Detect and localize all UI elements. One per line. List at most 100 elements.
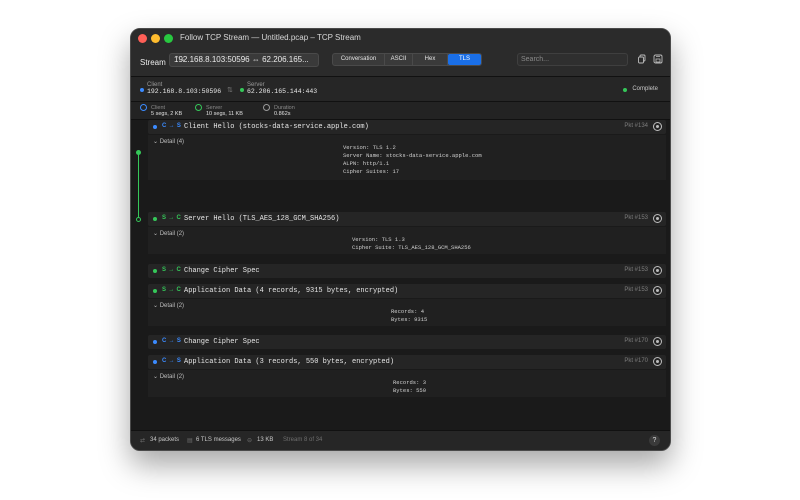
detail-toggle-label: Detail (2) bbox=[159, 303, 185, 309]
locate-packet-icon[interactable] bbox=[653, 214, 662, 223]
server-stat-value: 10 segs, 11 KB bbox=[206, 111, 243, 117]
packet-count: 34 packets bbox=[150, 437, 180, 443]
chevron-updown-icon: ⌃⌄ bbox=[174, 56, 186, 63]
message-label: Server Hello (TLS_AES_128_GCM_SHA256) bbox=[184, 215, 340, 223]
size-icon: ⊖ bbox=[247, 438, 253, 444]
detail-toggle-label: Detail (4) bbox=[159, 139, 185, 145]
tls-message-count: 6 TLS messages bbox=[196, 437, 241, 443]
copy-icon[interactable] bbox=[636, 54, 647, 65]
status-label: Complete bbox=[632, 86, 658, 92]
detail-section: ⌄ Detail (4) Version: TLS 1.2 Server Nam… bbox=[148, 135, 666, 181]
duration-stat: Duration 0.862s bbox=[274, 105, 295, 117]
search-input[interactable]: Search... bbox=[517, 53, 628, 66]
detail-toggle[interactable]: ⌄ Detail (2) bbox=[153, 373, 184, 380]
direction-dot-icon bbox=[153, 269, 157, 273]
message-label: Application Data (4 records, 9315 bytes,… bbox=[184, 287, 399, 295]
locate-packet-icon[interactable] bbox=[653, 122, 662, 131]
stream-index: Stream 8 of 34 bbox=[283, 437, 323, 443]
detail-toggle-label: Detail (2) bbox=[159, 231, 185, 237]
help-button[interactable]: ? bbox=[649, 435, 660, 446]
stream-select[interactable]: 192.168.8.103:50596 ⇔ 62.206.165... ⌃⌄ bbox=[169, 53, 319, 67]
packets-icon: ⇄ bbox=[140, 438, 146, 444]
client-stat: Client 5 segs, 2 KB bbox=[151, 105, 182, 117]
server-endpoint: Server 62.206.165.144:443 bbox=[247, 82, 317, 95]
title-bar: Follow TCP Stream — Untitled.pcap – TCP … bbox=[131, 29, 670, 49]
message-direction: C → S bbox=[162, 358, 182, 364]
client-stat-value: 5 segs, 2 KB bbox=[151, 111, 183, 117]
message-direction: S → C bbox=[162, 287, 182, 293]
save-icon[interactable] bbox=[652, 54, 663, 65]
detail-values: Version: TLS 1.2 Server Name: stocks-dat… bbox=[343, 144, 482, 176]
status-bar: ⇄ 34 packets ▤ 6 TLS messages ⊖ 13 KB St… bbox=[131, 430, 670, 450]
packet-number: Pkt #153 bbox=[624, 287, 648, 293]
locate-packet-icon[interactable] bbox=[653, 357, 662, 366]
tls-message-row[interactable]: S → C Change Cipher Spec Pkt #153 bbox=[148, 264, 666, 278]
close-window-button[interactable] bbox=[138, 34, 147, 43]
tab-hex[interactable]: Hex bbox=[413, 54, 448, 65]
tls-message-row[interactable]: C → S Client Hello (stocks-data-service.… bbox=[148, 120, 666, 134]
direction-dot-icon bbox=[153, 289, 157, 293]
detail-line: Records: 3 bbox=[393, 379, 427, 386]
detail-line: Records: 4 bbox=[391, 308, 425, 315]
locate-packet-icon[interactable] bbox=[653, 337, 662, 346]
tls-message-row[interactable]: S → C Application Data (4 records, 9315 … bbox=[148, 284, 666, 298]
detail-values: Records: 4 Bytes: 9315 bbox=[391, 308, 427, 324]
search-placeholder: Search... bbox=[521, 56, 550, 63]
packet-number: Pkt #153 bbox=[624, 215, 648, 221]
client-endpoint-value: 192.168.8.103:50596 bbox=[147, 88, 222, 95]
tcp-stream-window: Follow TCP Stream — Untitled.pcap – TCP … bbox=[130, 28, 671, 451]
locate-packet-icon[interactable] bbox=[653, 286, 662, 295]
tls-messages-icon: ▤ bbox=[187, 438, 193, 444]
handshake-timeline bbox=[138, 152, 139, 220]
timeline-start-dot bbox=[136, 150, 141, 155]
packet-number: Pkt #153 bbox=[624, 267, 648, 273]
message-label: Change Cipher Spec bbox=[184, 338, 260, 346]
detail-values: Records: 3 Bytes: 550 bbox=[393, 379, 426, 395]
detail-section: ⌄ Detail (2) Records: 3 Bytes: 550 bbox=[148, 370, 666, 398]
server-dot-icon bbox=[240, 88, 244, 92]
client-stat-icon bbox=[140, 104, 147, 111]
packet-number: Pkt #170 bbox=[624, 338, 648, 344]
message-direction: C → S bbox=[162, 338, 182, 344]
detail-section: ⌄ Detail (2) Version: TLS 1.3 Cipher Sui… bbox=[148, 227, 666, 255]
message-direction: C → S bbox=[162, 123, 182, 129]
detail-toggle[interactable]: ⌄ Detail (2) bbox=[153, 230, 184, 237]
tls-message-row[interactable]: S → C Server Hello (TLS_AES_128_GCM_SHA2… bbox=[148, 212, 666, 226]
server-endpoint-value: 62.206.165.144:443 bbox=[247, 88, 318, 95]
direction-dot-icon bbox=[153, 217, 157, 221]
detail-toggle[interactable]: ⌄ Detail (2) bbox=[153, 302, 184, 309]
swap-arrows-icon: ⇅ bbox=[227, 87, 233, 94]
locate-packet-icon[interactable] bbox=[653, 266, 662, 275]
view-mode-segmented-control: Conversation ASCII Hex TLS bbox=[332, 53, 482, 66]
packet-number: Pkt #134 bbox=[624, 123, 648, 129]
client-endpoint: Client 192.168.8.103:50596 bbox=[147, 82, 221, 95]
tls-message-row[interactable]: C → S Change Cipher Spec Pkt #170 bbox=[148, 335, 666, 349]
direction-dot-icon bbox=[153, 125, 157, 129]
message-label: Application Data (3 records, 550 bytes, … bbox=[184, 358, 395, 366]
detail-toggle-label: Detail (2) bbox=[159, 374, 185, 380]
clock-icon bbox=[263, 104, 270, 111]
detail-values: Version: TLS 1.3 Cipher Suite: TLS_AES_1… bbox=[352, 236, 471, 252]
minimize-window-button[interactable] bbox=[151, 34, 160, 43]
detail-section: ⌄ Detail (2) Records: 4 Bytes: 9315 bbox=[148, 299, 666, 327]
zoom-window-button[interactable] bbox=[164, 34, 173, 43]
total-size: 13 KB bbox=[257, 437, 274, 443]
tab-tls[interactable]: TLS bbox=[448, 54, 481, 65]
tab-conversation[interactable]: Conversation bbox=[333, 54, 385, 65]
detail-line: ALPN: http/1.1 bbox=[343, 160, 390, 167]
timeline-end-dot bbox=[136, 217, 141, 222]
detail-line: Version: TLS 1.2 bbox=[343, 144, 396, 151]
tab-ascii[interactable]: ASCII bbox=[385, 54, 413, 65]
detail-line: Server Name: stocks-data-service.apple.c… bbox=[343, 152, 482, 159]
direction-dot-icon bbox=[153, 360, 157, 364]
tls-message-row[interactable]: C → S Application Data (3 records, 550 b… bbox=[148, 355, 666, 369]
message-label: Change Cipher Spec bbox=[184, 267, 260, 275]
status-dot-icon bbox=[623, 88, 627, 92]
detail-toggle[interactable]: ⌄ Detail (4) bbox=[153, 138, 184, 145]
message-direction: S → C bbox=[162, 215, 182, 221]
tls-message-list: C → S Client Hello (stocks-data-service.… bbox=[131, 120, 670, 432]
window-title: Follow TCP Stream — Untitled.pcap – TCP … bbox=[180, 33, 361, 42]
detail-line: Version: TLS 1.3 bbox=[352, 236, 405, 243]
toolbar: Stream 192.168.8.103:50596 ⇔ 62.206.165.… bbox=[131, 49, 670, 77]
client-dot-icon bbox=[140, 88, 144, 92]
